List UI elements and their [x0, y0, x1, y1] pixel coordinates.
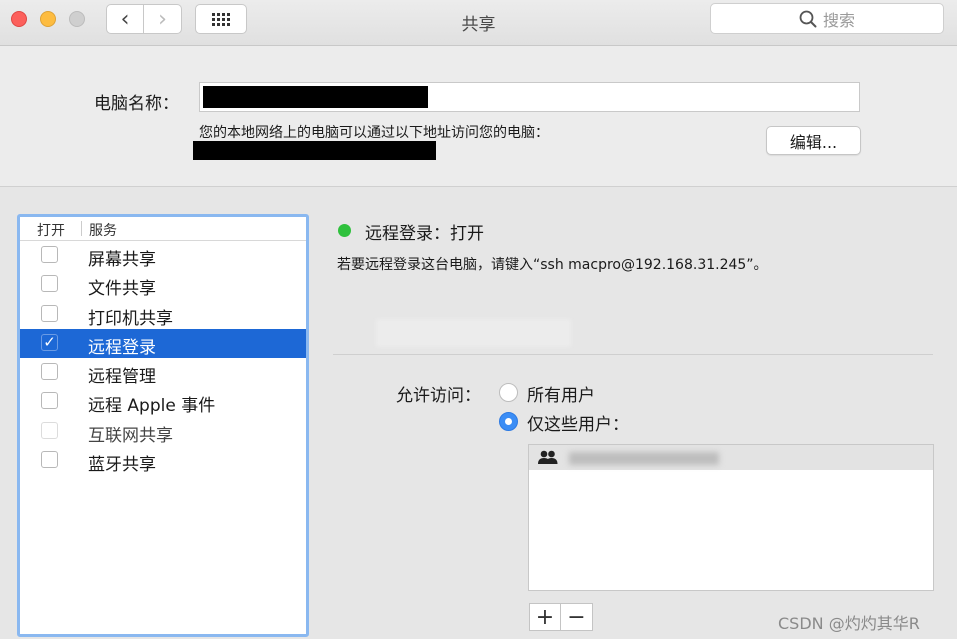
service-label: 蓝牙共享 [88, 455, 156, 476]
computer-name-section: 电脑名称： 您的本地网络上的电脑可以通过以下地址访问您的电脑： 编辑... [0, 46, 957, 187]
blurred-area [376, 319, 571, 347]
checkbox[interactable] [41, 246, 58, 263]
status-title: 远程登录：打开 [365, 224, 484, 244]
toolbar: ‹ › 共享 搜索 [0, 0, 957, 46]
service-row-remote-management[interactable]: 远程管理 [20, 358, 306, 387]
sharing-section: 打开 服务 屏幕共享 文件共享 打印机共享 ✓ 远程登录 远程管理 远程 App… [0, 187, 957, 639]
allowed-users-list [528, 444, 934, 591]
checkbox-checked[interactable]: ✓ [41, 332, 58, 351]
status-indicator [338, 224, 351, 237]
service-row-printer-sharing[interactable]: 打印机共享 [20, 300, 306, 329]
checkbox[interactable] [41, 451, 58, 469]
service-row-internet-sharing[interactable]: 互联网共享 [20, 417, 306, 446]
checkmark-icon: ✓ [43, 332, 56, 351]
checkbox[interactable] [41, 421, 58, 439]
service-row-bluetooth-sharing[interactable]: 蓝牙共享 [20, 446, 306, 475]
computer-name-field[interactable] [199, 82, 860, 112]
computer-name-label: 电脑名称： [94, 94, 179, 114]
service-label: 远程 Apple 事件 [88, 396, 216, 417]
search-field[interactable]: 搜索 [710, 3, 944, 34]
header-divider [81, 221, 82, 236]
add-user-button[interactable]: + [529, 603, 561, 631]
radio-only-these-users[interactable] [499, 412, 518, 431]
service-row-screen-sharing[interactable]: 屏幕共享 [20, 241, 306, 270]
remove-user-button[interactable]: − [561, 603, 593, 631]
radio-all-users[interactable] [499, 383, 518, 402]
service-label: 远程登录 [88, 337, 156, 358]
service-label: 屏幕共享 [88, 250, 156, 270]
address-description: 您的本地网络上的电脑可以通过以下地址访问您的电脑： [199, 125, 549, 141]
redacted-address [193, 141, 436, 160]
divider [333, 354, 933, 355]
service-label: 远程管理 [88, 367, 156, 388]
header-service[interactable]: 服务 [89, 220, 117, 240]
service-label: 打印机共享 [88, 308, 173, 329]
search-icon [799, 10, 817, 27]
redacted-name [203, 86, 428, 108]
checkbox[interactable] [41, 392, 58, 410]
service-label: 互联网共享 [88, 425, 173, 446]
checkbox[interactable] [41, 304, 58, 322]
list-header: 打开 服务 [20, 217, 306, 241]
service-row-remote-login[interactable]: ✓ 远程登录 [20, 328, 306, 359]
search-placeholder: 搜索 [822, 10, 855, 30]
service-list: 打开 服务 屏幕共享 文件共享 打印机共享 ✓ 远程登录 远程管理 远程 App… [17, 214, 309, 637]
status-description: 若要远程登录这台电脑，请键入“ssh macpro@192.168.31.245… [337, 257, 768, 273]
checkbox[interactable] [41, 363, 58, 381]
user-group-icon [538, 450, 558, 464]
service-row-file-sharing[interactable]: 文件共享 [20, 270, 306, 299]
redacted-user-name [569, 452, 719, 465]
edit-button[interactable]: 编辑... [766, 126, 861, 155]
user-row[interactable] [529, 445, 933, 470]
service-label: 文件共享 [88, 279, 156, 300]
allow-access-label: 允许访问： [396, 386, 481, 406]
user-list-controls: + − [529, 603, 593, 631]
service-row-remote-apple-events[interactable]: 远程 Apple 事件 [20, 387, 306, 416]
radio-only-these-users-label[interactable]: 仅这些用户： [527, 410, 629, 435]
radio-all-users-label[interactable]: 所有用户 [527, 381, 595, 406]
watermark: CSDN @灼灼其华R [778, 614, 920, 633]
checkbox[interactable] [41, 275, 58, 293]
header-open[interactable]: 打开 [37, 220, 65, 240]
